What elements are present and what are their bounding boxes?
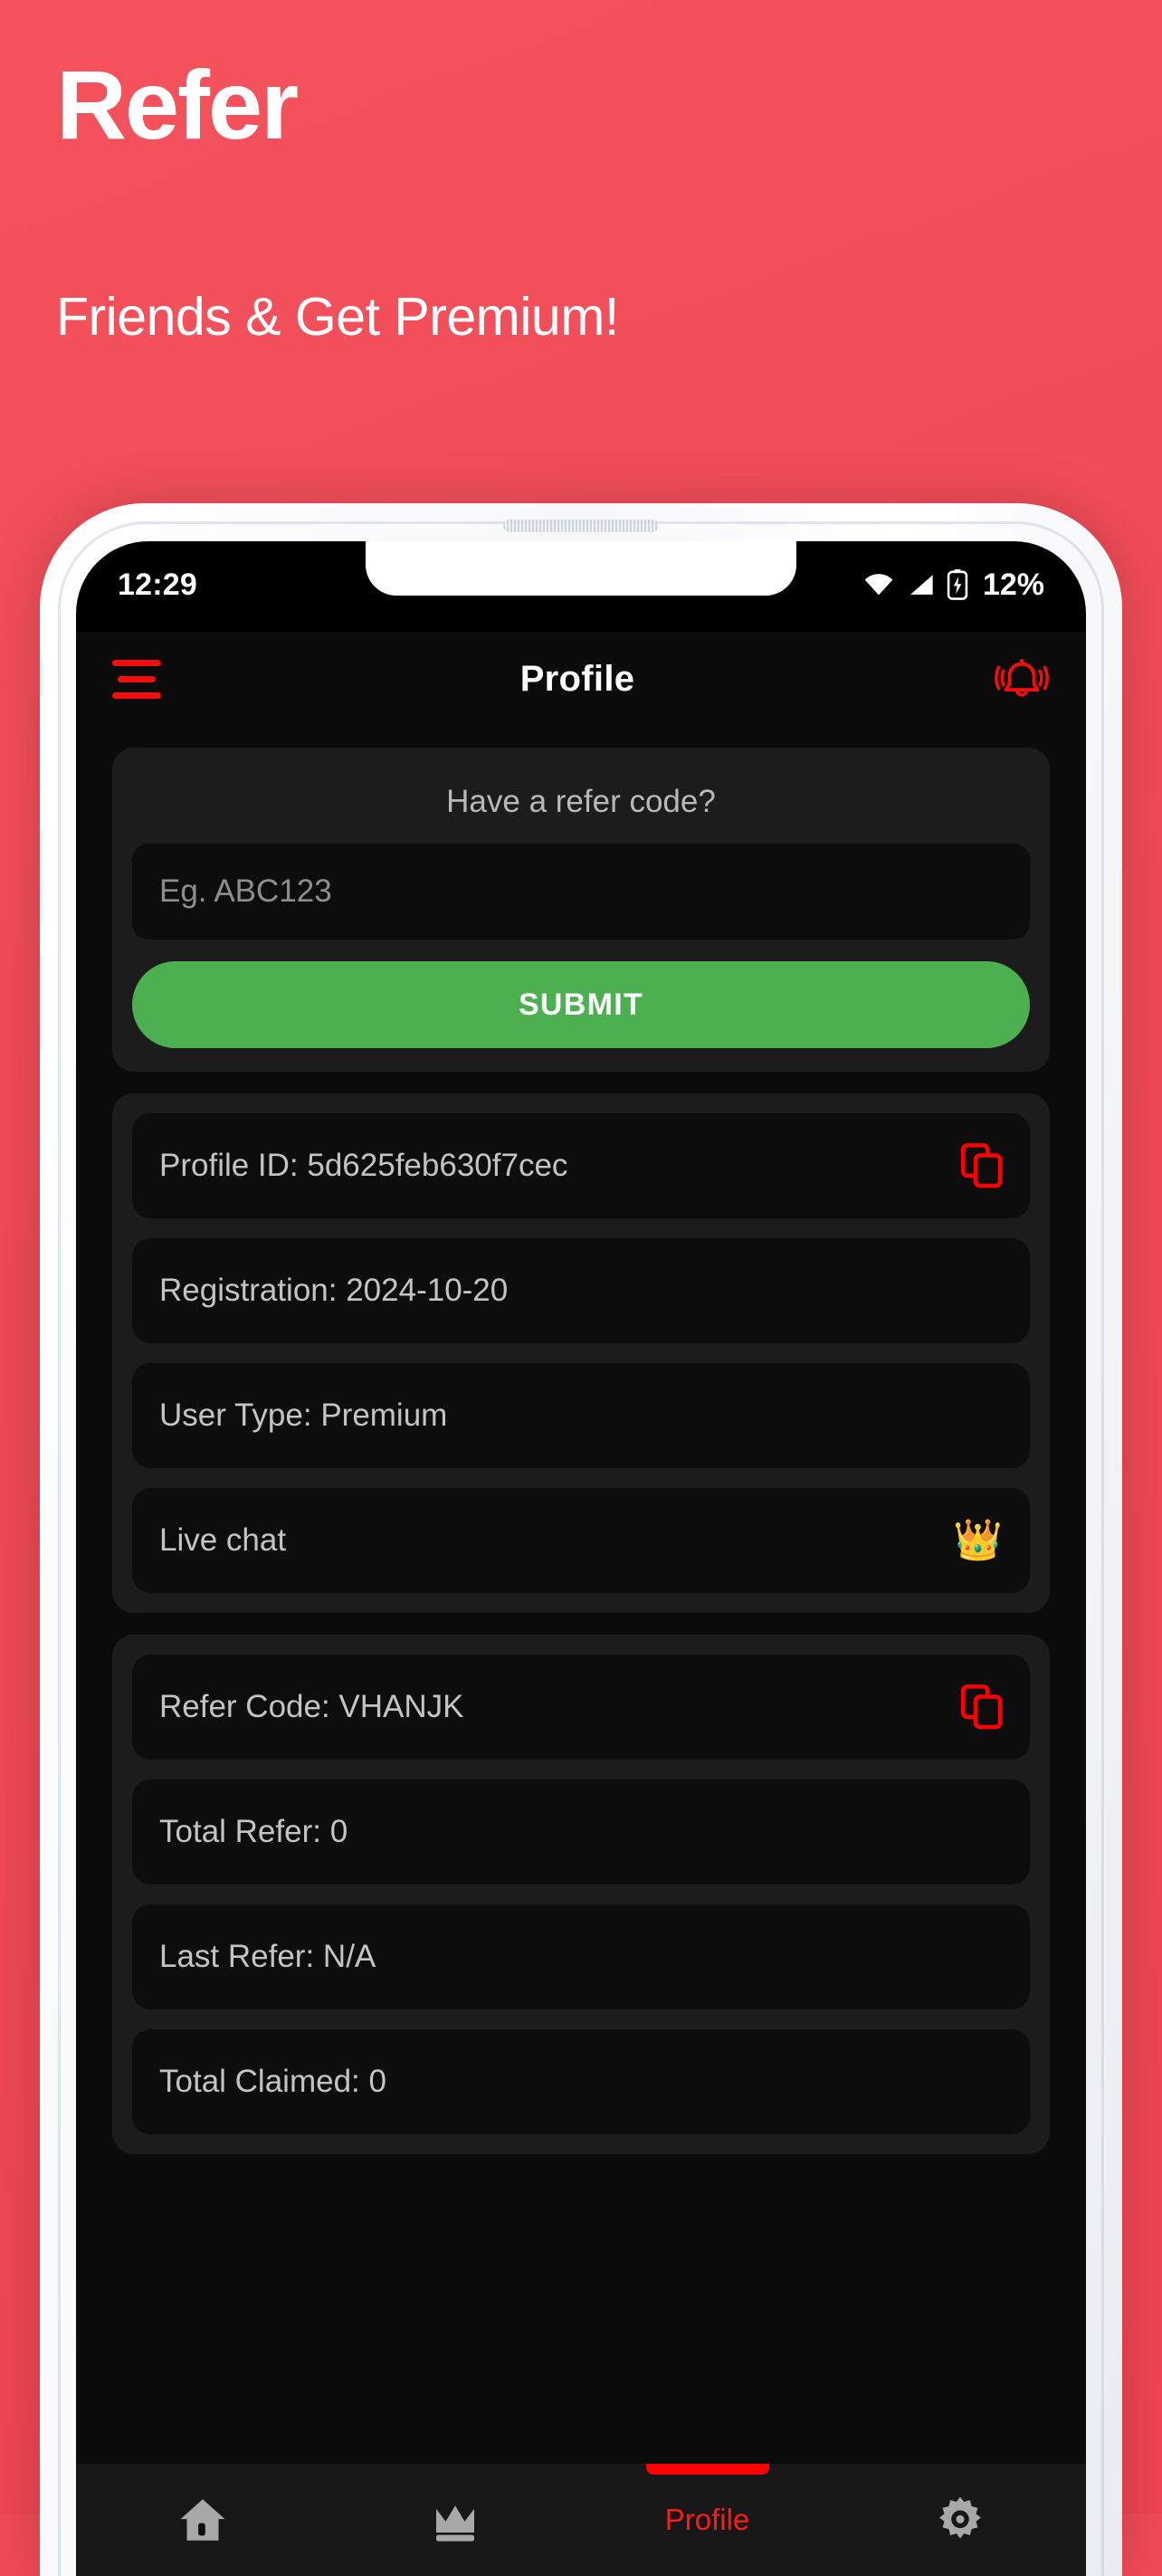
promo-title: Refer xyxy=(56,50,299,159)
mute-switch-button[interactable] xyxy=(40,659,45,697)
cellular-signal-icon xyxy=(910,575,933,595)
refer-code-label: Refer Code: VHANJK xyxy=(159,1689,464,1724)
volume-down-button[interactable] xyxy=(40,956,45,1050)
page-title: Profile xyxy=(519,658,635,699)
copy-icon[interactable] xyxy=(961,1684,1003,1730)
nav-item-home[interactable] xyxy=(76,2464,329,2576)
status-bar-indicators: 12% xyxy=(863,568,1044,603)
app-bar: Profile xyxy=(76,632,1086,726)
nav-item-profile[interactable]: Profile xyxy=(581,2464,833,2576)
nav-item-profile-label: Profile xyxy=(664,2503,750,2536)
earpiece-speaker-grille xyxy=(503,520,659,532)
power-button[interactable] xyxy=(1117,869,1122,1014)
registration-row[interactable]: Registration: 2024-10-20 xyxy=(132,1238,1030,1343)
live-chat-label: Live chat xyxy=(159,1522,287,1558)
battery-charging-icon xyxy=(947,569,968,600)
volume-up-button[interactable] xyxy=(40,829,45,923)
bottom-navigation-bar: Profile xyxy=(76,2464,1086,2576)
total-claimed-label: Total Claimed: 0 xyxy=(159,2064,386,2099)
nav-item-premium[interactable] xyxy=(329,2464,581,2576)
live-chat-row[interactable]: Live chat 👑 xyxy=(132,1488,1030,1593)
home-icon xyxy=(180,2499,224,2541)
last-refer-row[interactable]: Last Refer: N/A xyxy=(132,1904,1030,2009)
wifi-icon xyxy=(864,574,893,596)
last-refer-label: Last Refer: N/A xyxy=(159,1939,376,1974)
hamburger-line xyxy=(112,659,161,666)
crown-icon xyxy=(435,2505,474,2542)
referral-stats-card: Refer Code: VHANJK Total Refer: 0 Last R… xyxy=(112,1635,1050,2154)
registration-label: Registration: 2024-10-20 xyxy=(159,1273,509,1308)
phone-mockup-frame: 12:29 12% Profile Have a refer code? Eg.… xyxy=(40,503,1122,2576)
total-refer-row[interactable]: Total Refer: 0 xyxy=(132,1779,1030,1884)
promo-subtitle: Friends & Get Premium! xyxy=(56,287,619,347)
nav-item-settings[interactable] xyxy=(833,2464,1086,2576)
refer-code-card: Have a refer code? Eg. ABC123 SUBMIT xyxy=(112,748,1050,1072)
user-type-row[interactable]: User Type: Premium xyxy=(132,1363,1030,1468)
phone-screen: 12:29 12% Profile Have a refer code? Eg.… xyxy=(76,541,1086,2576)
hamburger-menu-icon[interactable] xyxy=(112,659,161,699)
refer-code-heading: Have a refer code? xyxy=(446,784,716,819)
refer-code-input[interactable]: Eg. ABC123 xyxy=(132,844,1030,940)
notification-bell-icon[interactable] xyxy=(994,651,1050,707)
status-bar-clock: 12:29 xyxy=(118,567,197,602)
hamburger-line xyxy=(112,692,161,699)
account-info-card: Profile ID: 5d625feb630f7cec Registratio… xyxy=(112,1093,1050,1613)
refer-code-row[interactable]: Refer Code: VHANJK xyxy=(132,1655,1030,1760)
gear-icon xyxy=(938,2496,981,2539)
user-type-label: User Type: Premium xyxy=(159,1398,448,1433)
profile-id-label: Profile ID: 5d625feb630f7cec xyxy=(159,1148,568,1183)
profile-id-row[interactable]: Profile ID: 5d625feb630f7cec xyxy=(132,1113,1030,1218)
profile-content-scroll[interactable]: Have a refer code? Eg. ABC123 SUBMIT Pro… xyxy=(76,726,1086,2464)
copy-icon[interactable] xyxy=(961,1143,1003,1188)
total-claimed-row[interactable]: Total Claimed: 0 xyxy=(132,2029,1030,2134)
total-refer-label: Total Refer: 0 xyxy=(159,1814,348,1849)
battery-percent-label: 12% xyxy=(982,567,1044,602)
display-notch xyxy=(366,541,796,596)
hamburger-line xyxy=(118,675,156,682)
crown-emoji-icon: 👑 xyxy=(953,1518,1003,1562)
submit-button[interactable]: SUBMIT xyxy=(132,961,1030,1048)
active-tab-indicator xyxy=(645,2464,769,2475)
